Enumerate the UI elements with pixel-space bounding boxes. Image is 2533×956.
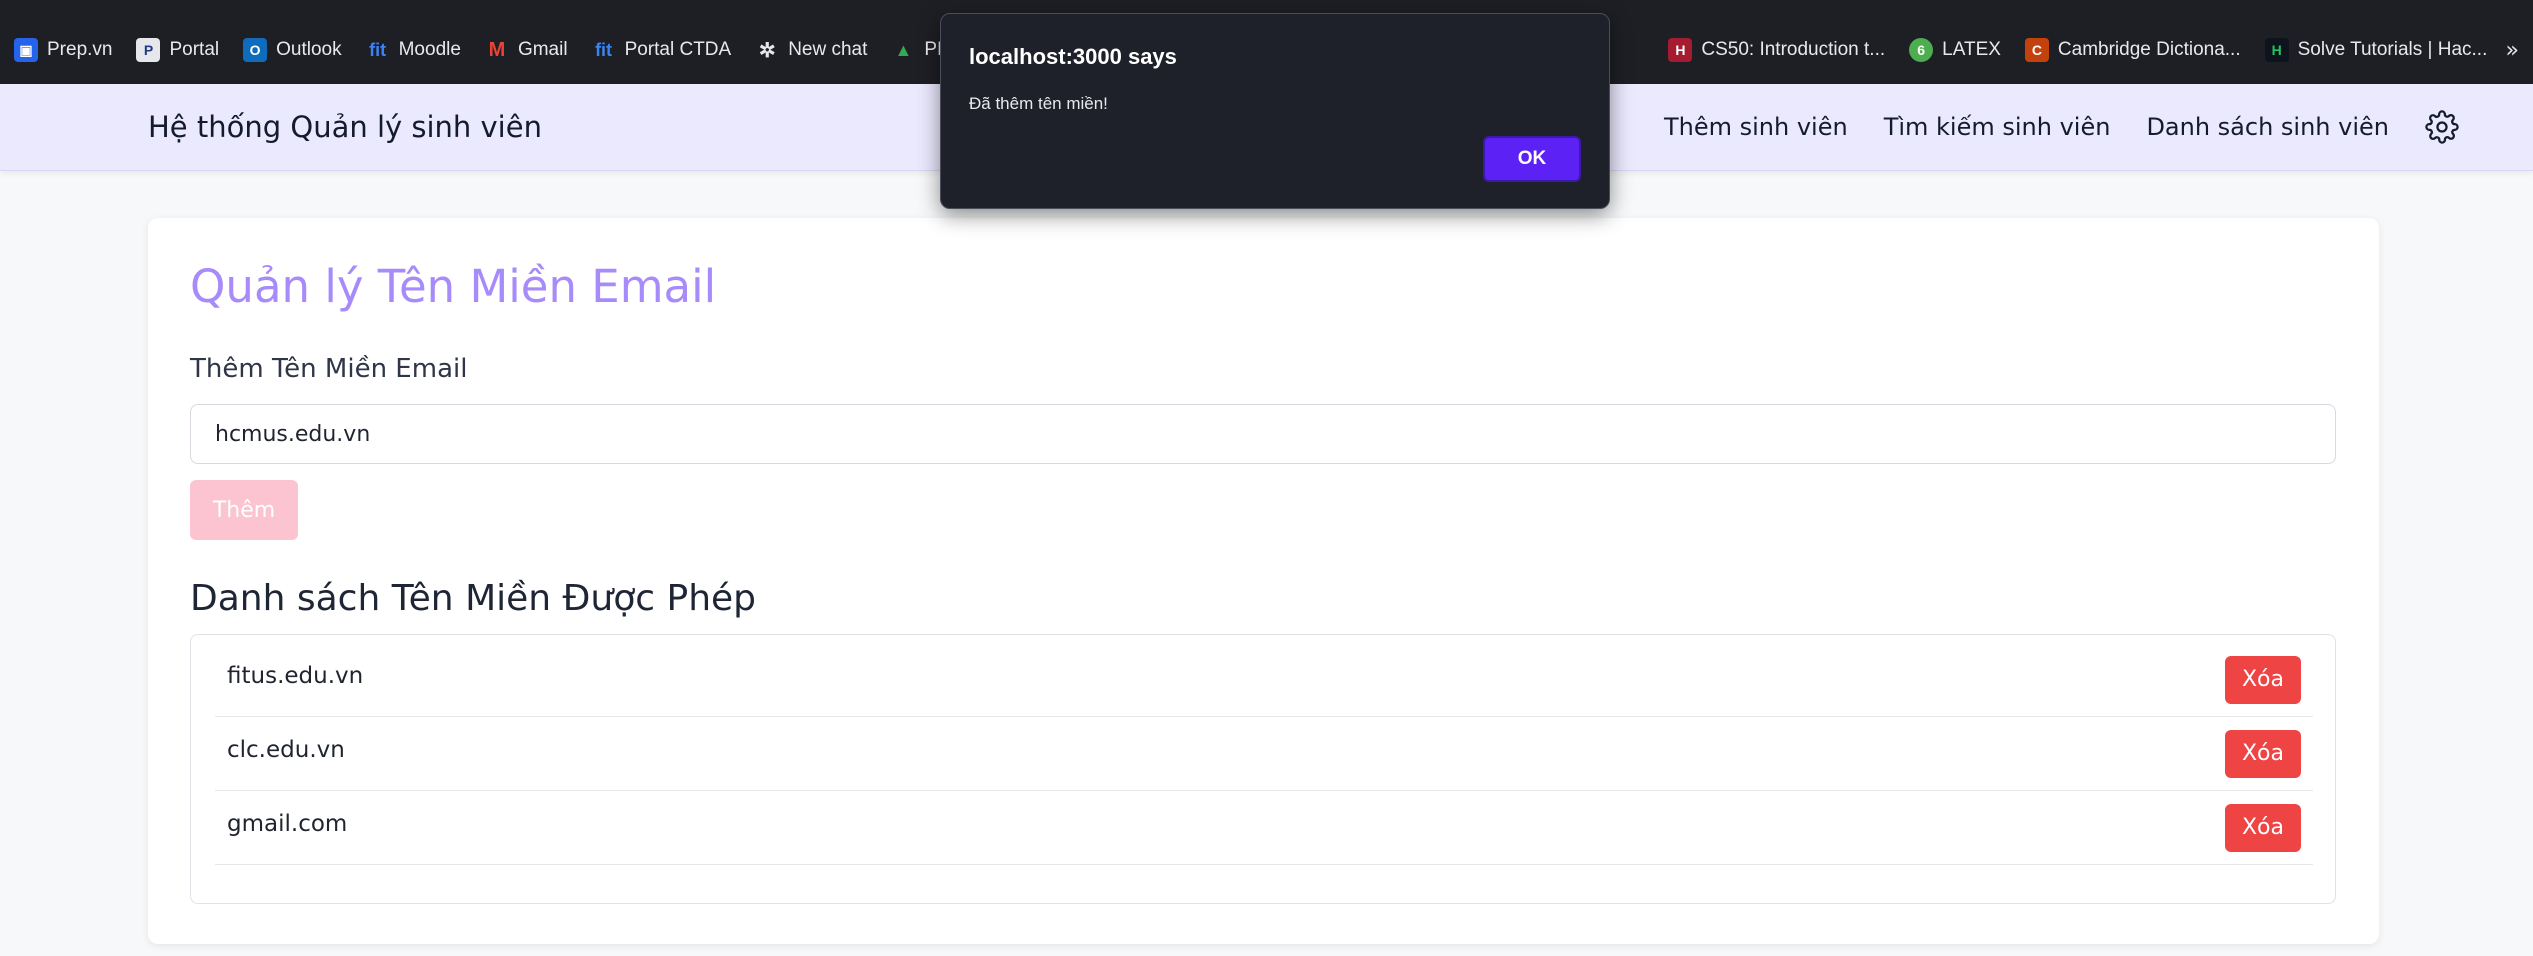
portal-icon: P xyxy=(136,38,161,62)
add-domain-label: Thêm Tên Miền Email xyxy=(190,354,468,384)
prep-icon: ▣ xyxy=(14,38,38,62)
bookmark-label: Moodle xyxy=(398,39,461,60)
cambridge-icon: C xyxy=(2024,38,2049,62)
drive-icon: ▲ xyxy=(894,39,913,60)
delete-button[interactable]: Xóa xyxy=(2225,729,2301,778)
page-title: Quản lý Tên Miền Email xyxy=(190,260,717,313)
bookmark-label: New chat xyxy=(788,39,868,60)
add-domain-button[interactable]: Thêm xyxy=(190,480,298,540)
dialog-title: localhost:3000 says xyxy=(969,44,1177,69)
harvard-icon: H xyxy=(1668,38,1693,62)
outlook-icon: O xyxy=(243,38,268,62)
nav-student-list[interactable]: Danh sách sinh viên xyxy=(2146,113,2389,141)
domain-input[interactable] xyxy=(190,404,2336,464)
bookmark-label: Cambridge Dictiona... xyxy=(2057,39,2241,60)
bookmark-label: CS50: Introduction t... xyxy=(1701,39,1886,60)
delete-button[interactable]: Xóa xyxy=(2225,803,2301,852)
nav-search-student[interactable]: Tìm kiếm sinh viên xyxy=(1884,113,2111,141)
list-item: gmail.com Xóa xyxy=(215,791,2313,865)
bookmark-label: Solve Tutorials | Hac... xyxy=(2297,39,2488,60)
bookmark-label: Portal CTDA xyxy=(624,39,732,60)
bookmark-cs50[interactable]: H CS50: Introduction t... xyxy=(1668,38,1885,62)
openai-icon: ✲ xyxy=(758,39,776,62)
bookmark-label: Outlook xyxy=(276,39,342,60)
domain-list: fitus.edu.vn Xóa clc.edu.vn Xóa gmail.co… xyxy=(190,634,2336,904)
bookmark-latex[interactable]: 6 LATEX xyxy=(1909,38,2001,62)
dialog-ok-button[interactable]: OK xyxy=(1483,136,1581,182)
bookmark-hackerrank[interactable]: H Solve Tutorials | Hac... xyxy=(2264,38,2488,62)
domain-list-title: Danh sách Tên Miền Được Phép xyxy=(190,578,757,619)
delete-button[interactable]: Xóa xyxy=(2225,655,2301,704)
alert-dialog: localhost:3000 says Đã thêm tên miền! OK xyxy=(940,13,1610,209)
list-item: clc.edu.vn Xóa xyxy=(215,717,2313,791)
bookmark-portal-ctda[interactable]: fit Portal CTDA xyxy=(592,38,732,62)
bookmark-outlook[interactable]: O Outlook xyxy=(243,38,342,62)
bookmark-cambridge[interactable]: C Cambridge Dictiona... xyxy=(2024,38,2241,62)
dialog-message: Đã thêm tên miền! xyxy=(969,94,1108,113)
bookmark-label: Gmail xyxy=(517,39,568,60)
nav-links: Thêm sinh viên Tìm kiếm sinh viên Danh s… xyxy=(1628,84,2533,170)
hackerrank-icon: H xyxy=(2264,38,2289,62)
fit-icon: fit xyxy=(595,39,613,60)
domain-name: gmail.com xyxy=(227,810,348,837)
bookmark-label: Portal xyxy=(169,39,220,60)
overleaf-icon: 6 xyxy=(1909,38,1934,62)
fit-icon: fit xyxy=(369,39,387,60)
bookmark-prep[interactable]: ▣ Prep.vn xyxy=(14,38,112,62)
domain-name: clc.edu.vn xyxy=(227,736,345,763)
list-item: fitus.edu.vn Xóa xyxy=(215,643,2313,717)
brand-title[interactable]: Hệ thống Quản lý sinh viên xyxy=(148,110,542,144)
bookmarks-overflow-button[interactable]: » xyxy=(2506,16,2519,84)
bookmark-new-chat[interactable]: ✲ New chat xyxy=(755,38,868,62)
nav-add-student[interactable]: Thêm sinh viên xyxy=(1664,113,1848,141)
gear-icon[interactable] xyxy=(2425,110,2459,144)
bookmark-label: Prep.vn xyxy=(47,39,113,60)
gmail-icon: M xyxy=(488,38,506,61)
domain-management-card: Quản lý Tên Miền Email Thêm Tên Miền Ema… xyxy=(148,218,2379,944)
domain-name: fitus.edu.vn xyxy=(227,662,364,689)
bookmark-moodle[interactable]: fit Moodle xyxy=(366,38,461,62)
bookmark-label: LATEX xyxy=(1942,39,2001,60)
bookmark-portal[interactable]: P Portal xyxy=(136,38,219,62)
bookmark-gmail[interactable]: M Gmail xyxy=(485,38,568,62)
